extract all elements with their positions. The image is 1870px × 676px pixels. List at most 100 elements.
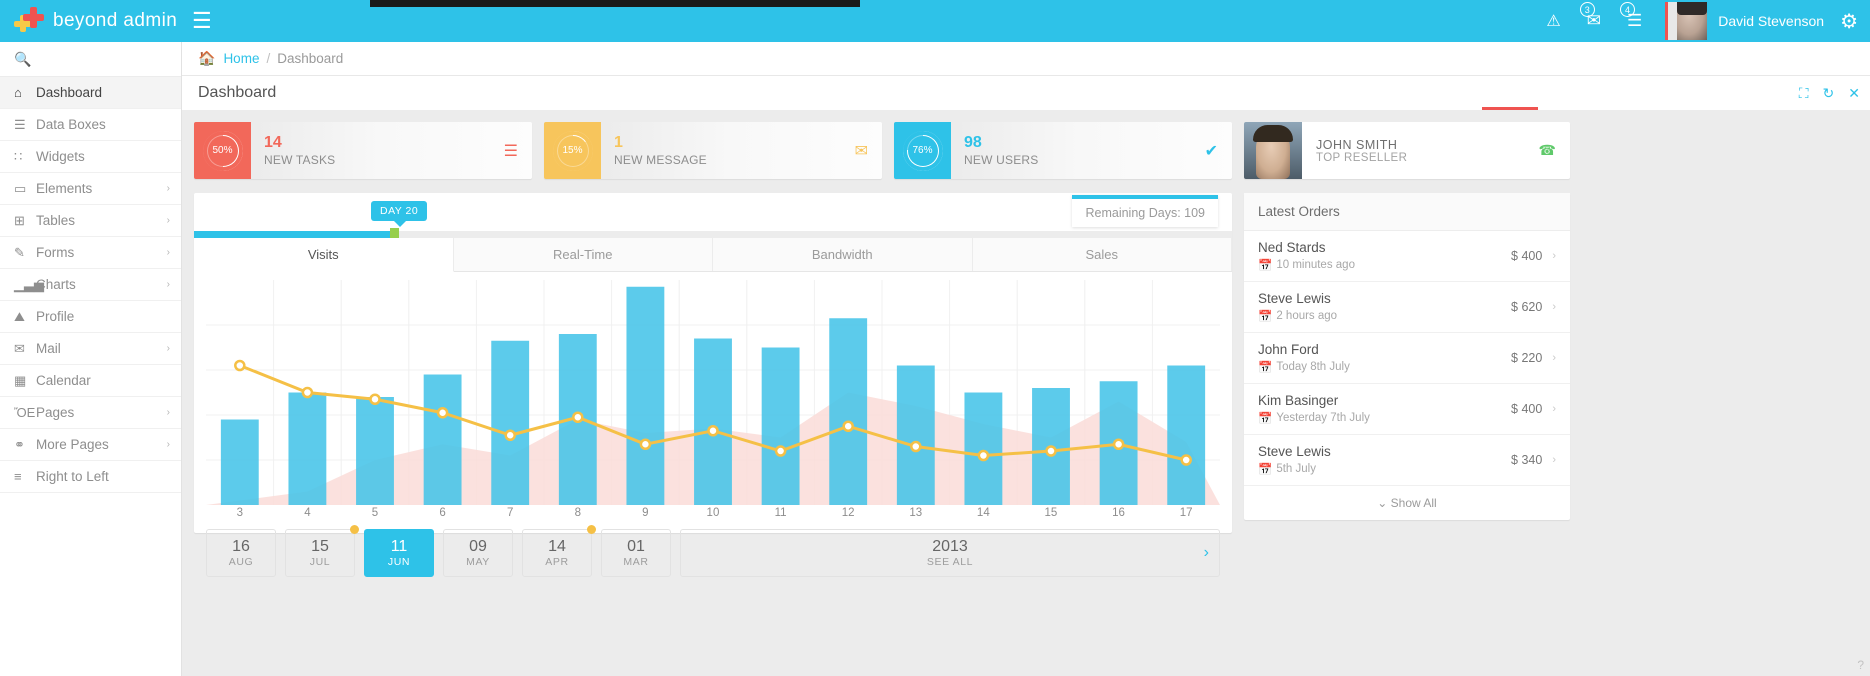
stat-card[interactable]: 15% 1 NEW MESSAGE ✉ (544, 122, 882, 179)
sidebar-item-label: Dashboard (36, 85, 103, 100)
home-icon: 🏠 (198, 50, 216, 66)
sidebar-item-right-to-left[interactable]: ≡ Right to Left (0, 461, 181, 493)
x-tick-label: 6 (439, 507, 446, 519)
sidebar-item-forms[interactable]: ✎ Forms › (0, 237, 181, 269)
day-slider[interactable]: DAY 20 Remaining Days: 109 (194, 193, 1232, 238)
sidebar-item-widgets[interactable]: ∷ Widgets (0, 141, 181, 173)
sidebar-item-tables[interactable]: ⊞ Tables › (0, 205, 181, 237)
tab-real-time[interactable]: Real-Time (453, 238, 713, 271)
tab-visits[interactable]: Visits (194, 238, 454, 272)
sidebar-item-charts[interactable]: ▁▃▅ Charts › (0, 269, 181, 301)
stat-number: 1 (614, 134, 623, 152)
chart-icon: ▁▃▅ (14, 276, 44, 292)
sidebar-item-pages[interactable]: ὌE Pages › (0, 397, 181, 429)
help-icon[interactable]: ? (1857, 658, 1864, 672)
month-name: MAR (623, 556, 649, 568)
phone-icon[interactable]: ☎ (1539, 142, 1570, 159)
calendar-icon: 📅 (1258, 311, 1273, 323)
breadcrumb-home[interactable]: Home (223, 51, 259, 66)
order-row[interactable]: Steve Lewis 📅 5th July $ 340 › (1244, 435, 1570, 486)
profile-card[interactable]: JOHN SMITH TOP RESELLER ☎ (1244, 122, 1570, 179)
refresh-icon[interactable]: ↻ (1823, 85, 1835, 102)
profile-role: TOP RESELLER (1316, 151, 1408, 164)
stat-card[interactable]: 50% 14 NEW TASKS ☰ (194, 122, 532, 179)
chevron-right-icon: › (1552, 301, 1556, 313)
close-icon[interactable]: ✕ (1848, 85, 1860, 102)
slider-handle[interactable] (390, 228, 399, 238)
order-time: 2 hours ago (1276, 310, 1338, 322)
tab-bandwidth[interactable]: Bandwidth (713, 238, 973, 271)
show-all-button[interactable]: ⌄ Show All (1244, 486, 1570, 520)
order-time: 10 minutes ago (1276, 259, 1355, 271)
menu-icon: ≡ (14, 469, 22, 484)
messages-badge: 3 (1579, 2, 1595, 17)
profile-name: JOHN SMITH (1316, 137, 1398, 152)
avatar[interactable] (1665, 2, 1708, 40)
user-name[interactable]: David Stevenson (1718, 13, 1824, 29)
stat-card[interactable]: 76% 98 NEW USERS ✔ (894, 122, 1232, 179)
chevron-right-icon: › (166, 407, 170, 418)
sidebar-item-label: Tables (36, 213, 76, 228)
latest-orders-panel: Latest Orders Ned Stards 📅 10 minutes ago $… (1244, 193, 1570, 520)
x-tick-label: 16 (1112, 507, 1125, 519)
sidebar-item-label: Widgets (36, 149, 85, 164)
search-input[interactable]: 🔍 (0, 42, 181, 77)
month-option[interactable]: 15 JUL (285, 525, 359, 577)
image-icon: ⛰ (14, 308, 25, 324)
check-circle-icon: ✔ (1204, 142, 1218, 160)
calendar-icon: 📅 (1258, 413, 1273, 425)
tasks-icon[interactable]: ☰ 4 (1619, 2, 1642, 31)
calendar-icon: 📅 (1258, 260, 1273, 272)
sidebar-item-calendar[interactable]: ▦ Calendar (0, 365, 181, 397)
sidebar-item-dashboard[interactable]: ⌂ Dashboard (0, 77, 181, 109)
tab-sales[interactable]: Sales (972, 238, 1232, 271)
sidebar-item-mail[interactable]: ✉ Mail › (0, 333, 181, 365)
order-name: John Ford (1258, 342, 1319, 357)
sidebar-item-more-pages[interactable]: ⚭ More Pages › (0, 429, 181, 461)
gear-icon[interactable]: ⚙ (1840, 9, 1858, 34)
chevron-right-icon: › (166, 439, 170, 450)
sidebar-item-profile[interactable]: ⛰ Profile (0, 301, 181, 333)
expand-icon[interactable]: ⛶ (1799, 85, 1809, 102)
month-option[interactable]: 14 APR (522, 525, 596, 577)
sidebar-item-data-boxes[interactable]: ☰ Data Boxes (0, 109, 181, 141)
chevron-right-icon: › (1203, 544, 1209, 561)
chart-x-axis: 3 4 5 6 7 8 9 10 11 12 13 14 15 16 17 (206, 507, 1220, 519)
sidebar-item-label: Pages (36, 405, 75, 420)
chevron-right-icon: › (166, 343, 170, 354)
chart-tabs: Visits Real-Time Bandwidth Sales (194, 238, 1232, 272)
brand-logo[interactable]: beyond admin (0, 7, 182, 35)
slider-fill (194, 231, 390, 238)
month-option[interactable]: 01 MAR (601, 529, 671, 577)
paperclip-icon: ὌE (14, 405, 36, 420)
month-name: JUN (387, 556, 411, 568)
stat-number: 98 (964, 134, 982, 152)
month-selector: 16 AUG 15 JUL 11 JUN 09 MAY 14 APR 01 MAR 2013 SEE AL… (206, 525, 1220, 577)
month-option[interactable]: 16 AUG (206, 529, 276, 577)
month-option[interactable]: 11 JUN (364, 529, 434, 577)
breadcrumb-separator: / (266, 51, 271, 66)
order-row[interactable]: Steve Lewis 📅 2 hours ago $ 620 › (1244, 282, 1570, 333)
notification-dot (350, 525, 359, 534)
sidebar: 🔍 ⌂ Dashboard ☰ Data Boxes ∷ Widgets ▭ Elements… (0, 42, 182, 676)
order-row[interactable]: John Ford 📅 Today 8th July $ 220 › (1244, 333, 1570, 384)
sidebar-toggle-icon[interactable]: ☰ (192, 10, 212, 32)
order-row[interactable]: Ned Stards 📅 10 minutes ago $ 400 › (1244, 231, 1570, 282)
link-icon: ⚭ (14, 436, 25, 452)
search-icon: 🔍 (14, 50, 32, 67)
see-all-button[interactable]: 2013 SEE ALL › (680, 529, 1220, 577)
chart-svg (206, 280, 1220, 505)
order-name: Steve Lewis (1258, 291, 1331, 306)
right-column: JOHN SMITH TOP RESELLER ☎ Latest Orders … (1244, 122, 1570, 676)
calendar-icon: 📅 (1258, 464, 1273, 476)
month-option[interactable]: 09 MAY (443, 529, 513, 577)
stat-cards: 50% 14 NEW TASKS ☰ 15% 1 NEW MESSAGE ✉ 76% 98 NEW … (194, 122, 1232, 179)
order-row[interactable]: Kim Basinger 📅 Yesterday 7th July $ 400 › (1244, 384, 1570, 435)
order-name: Steve Lewis (1258, 444, 1331, 459)
sidebar-item-elements[interactable]: ▭ Elements › (0, 173, 181, 205)
notification-dot (587, 525, 596, 534)
warning-icon[interactable]: ⚠ (1546, 11, 1560, 31)
see-all-label: SEE ALL (926, 556, 974, 568)
brand-name: beyond admin (53, 10, 178, 31)
messages-icon[interactable]: ✉ 3 (1579, 2, 1601, 31)
